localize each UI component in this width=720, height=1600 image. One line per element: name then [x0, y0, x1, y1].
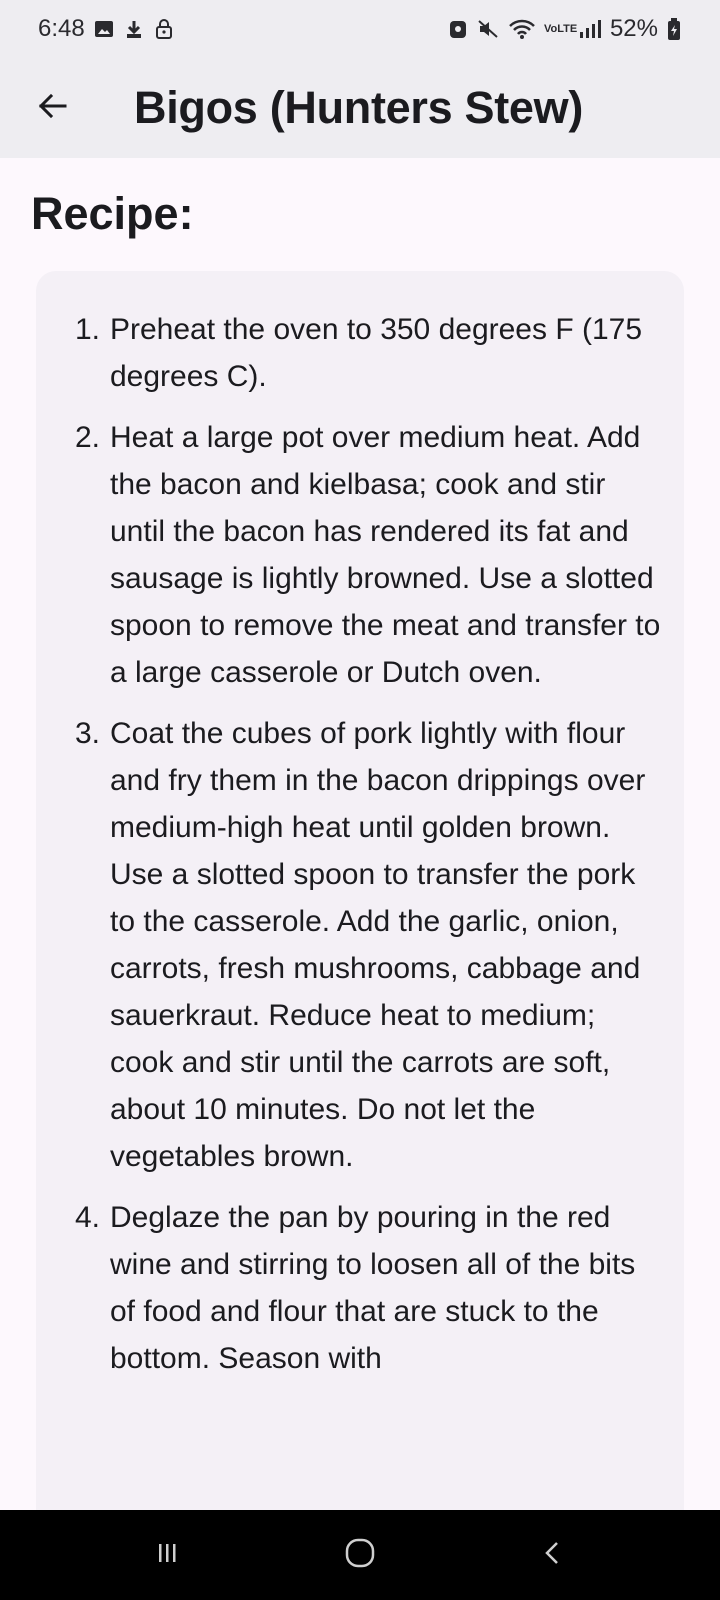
recipe-card: 1. Preheat the oven to 350 degrees F (17…	[36, 271, 684, 1510]
recents-icon	[152, 1538, 182, 1573]
download-icon	[123, 18, 145, 40]
step-number: 4.	[74, 1201, 100, 1234]
home-button[interactable]	[320, 1525, 400, 1585]
back-icon	[538, 1538, 568, 1573]
recipe-step: 3. Coat the cubes of pork lightly with f…	[36, 710, 684, 1180]
step-number: 3.	[74, 717, 100, 750]
step-number: 1.	[74, 313, 100, 346]
recipe-step: 2. Heat a large pot over medium heat. Ad…	[36, 414, 684, 696]
nav-back-button[interactable]	[513, 1525, 593, 1585]
recipe-step: 1. Preheat the oven to 350 degrees F (17…	[36, 306, 684, 400]
home-icon	[343, 1536, 377, 1575]
step-text: Preheat the oven to 350 degrees F (175 d…	[110, 313, 643, 393]
navigation-bar	[0, 1510, 720, 1600]
battery-icon	[666, 17, 682, 41]
step-text: Heat a large pot over medium heat. Add t…	[110, 421, 661, 689]
signal-icon	[578, 18, 602, 40]
recipe-content[interactable]: Recipe: 1. Preheat the oven to 350 degre…	[0, 158, 720, 1510]
vpn-icon	[448, 18, 468, 40]
status-right: VoLTE 52%	[448, 15, 682, 43]
section-title: Recipe:	[31, 188, 194, 239]
arrow-left-icon	[35, 89, 69, 128]
page-title: Bigos (Hunters Stew)	[134, 82, 584, 133]
status-bar: 6:48 VoLTE 52%	[0, 0, 720, 58]
recents-button[interactable]	[127, 1525, 207, 1585]
status-left: 6:48	[38, 15, 175, 43]
lock-icon	[153, 18, 175, 40]
battery-percent: 52%	[609, 15, 658, 42]
step-text: Coat the cubes of pork lightly with flou…	[110, 717, 646, 1173]
wifi-icon	[508, 18, 536, 40]
app-bar: Bigos (Hunters Stew)	[0, 58, 720, 158]
back-button[interactable]	[22, 78, 82, 138]
step-text: Deglaze the pan by pouring in the red wi…	[110, 1201, 636, 1375]
recipe-step: 4. Deglaze the pan by pouring in the red…	[36, 1194, 684, 1382]
status-time: 6:48	[38, 15, 85, 42]
step-number: 2.	[74, 421, 100, 454]
network-label: VoLTE	[543, 22, 578, 35]
mute-icon	[476, 18, 500, 40]
recipe-steps-list: 1. Preheat the oven to 350 degrees F (17…	[36, 306, 684, 1396]
image-icon	[93, 18, 115, 40]
